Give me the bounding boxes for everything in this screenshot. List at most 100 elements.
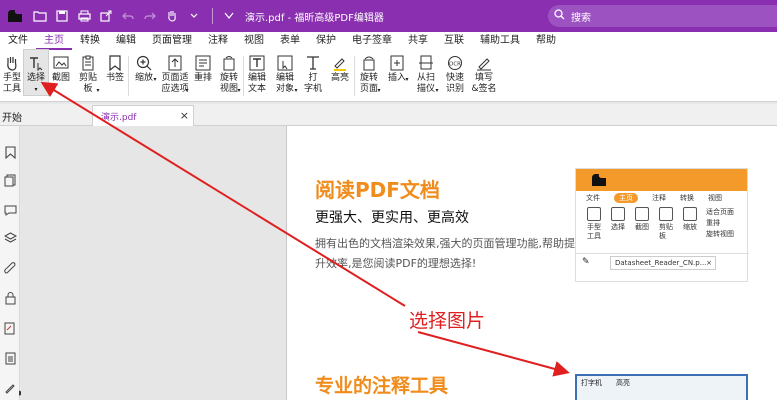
mini-button-label: 截图 — [635, 223, 649, 231]
window-title: 演示.pdf - 福昕高级PDF编辑器 — [245, 12, 384, 24]
reflow-button[interactable]: 重排 — [191, 50, 215, 84]
rotate-page-button[interactable]: 旋转 页面 ▾ — [355, 50, 383, 96]
chevron-down-icon[interactable] — [184, 6, 204, 26]
mini-button: 选择 — [606, 207, 630, 241]
mini-ribbon: 手型 工具 选择 截图 剪贴 板 缩放 适合页面 重排 旋转视图 — [576, 207, 747, 241]
mini-edit-icon: ✎ — [582, 257, 590, 267]
signature-panel-icon[interactable] — [2, 320, 18, 336]
insert-button[interactable]: 插入 ▾ — [383, 50, 411, 85]
select-text-button[interactable]: 选择 ▾ — [23, 49, 49, 96]
intro-paragraph: 拥有出色的文档渲染效果,强大的页面管理功能,帮助提升效率,是您阅读PDF的理想选… — [315, 237, 575, 270]
mini-right-item: 重排 — [706, 219, 720, 227]
dropdown-caret-icon[interactable]: ▾ — [96, 85, 99, 96]
menu-tab-5[interactable]: 注释 — [200, 32, 236, 50]
dropdown-caret-icon[interactable]: ▾ — [294, 85, 297, 96]
open-folder-icon[interactable] — [30, 6, 50, 26]
mini-tab-line: ✎ Datasheet_Reader_CN.p... × — [576, 253, 749, 271]
menu-tab-3[interactable]: 编辑 — [108, 32, 144, 50]
menu-tab-0[interactable]: 文件 — [0, 32, 36, 50]
mini-right-options: 适合页面 重排 旋转视图 — [706, 207, 734, 241]
close-tab-icon[interactable]: × — [180, 109, 189, 122]
bookmark-panel-icon[interactable] — [2, 144, 18, 160]
embedded-screenshot-image: 文件 主页 注释 转换 视图 手型 工具 选择 截图 剪贴 板 缩放 适合页面 重排 旋转视图 ✎ … — [575, 168, 749, 282]
mini-button-icon — [611, 207, 625, 221]
document-tab-name: 演示.pdf — [101, 112, 137, 123]
foxit-logo-icon[interactable] — [4, 5, 26, 27]
mini-tab: 转换 — [680, 194, 694, 202]
comments-panel-icon[interactable] — [2, 202, 18, 218]
dropdown-caret-icon[interactable]: ▾ — [435, 85, 438, 96]
edit-object-button[interactable]: 编辑 对象 ▾ — [270, 50, 300, 96]
document-tab[interactable]: 演示.pdf × — [92, 105, 194, 126]
bookmark-button[interactable]: 书签 — [102, 50, 128, 84]
toolbar-separator — [212, 8, 213, 24]
ribbon-button-label: 截图 — [51, 73, 70, 83]
dropdown-caret-icon[interactable]: ▾ — [237, 85, 240, 96]
dropdown-caret-icon[interactable]: ▾ — [405, 74, 408, 85]
ribbon-button-label: 高亮 — [330, 73, 349, 83]
menu-tab-1[interactable]: 主页 — [36, 32, 72, 50]
title-bar: 演示.pdf - 福昕高级PDF编辑器 搜索 — [0, 0, 777, 32]
ocr-button[interactable]: OCR 快速 识别 — [441, 50, 469, 95]
menu-tab-8[interactable]: 保护 — [308, 32, 344, 50]
rotate-view-button[interactable]: 旋转 视图 ▾ — [215, 50, 243, 96]
select-text-icon — [27, 54, 45, 72]
layers-panel-icon[interactable] — [2, 230, 18, 246]
ribbon-button-label: 选择 — [26, 73, 45, 83]
typewriter-button[interactable]: 打 字机 — [300, 50, 326, 95]
save-icon[interactable] — [52, 6, 72, 26]
menu-tab-4[interactable]: 页面管理 — [144, 32, 200, 50]
edit-tools-icon[interactable] — [2, 380, 18, 396]
hand-button[interactable]: 手型 工具 — [0, 50, 24, 95]
menu-tab-7[interactable]: 表单 — [272, 32, 308, 50]
clipboard-button[interactable]: 剪贴 板 ▾ — [74, 50, 102, 96]
print-icon[interactable] — [74, 6, 94, 26]
mini-tab: 文件 — [586, 194, 600, 202]
menu-tab-2[interactable]: 转换 — [72, 32, 108, 50]
ribbon-button-label: 书签 — [105, 73, 124, 83]
screenshot-button[interactable]: 截图 — [48, 50, 74, 84]
page-thumbnails-icon[interactable] — [2, 172, 18, 188]
undo-icon[interactable] — [118, 6, 138, 26]
customize-dropdown-icon[interactable] — [219, 6, 239, 26]
highlight-button[interactable]: 高亮 — [326, 50, 354, 84]
hand-tool-icon[interactable] — [162, 6, 182, 26]
menu-tab-9[interactable]: 电子签章 — [344, 32, 400, 50]
dropdown-caret-icon[interactable]: ▾ — [185, 85, 188, 96]
search-box[interactable]: 搜索 — [548, 5, 777, 27]
redo-icon[interactable] — [140, 6, 160, 26]
menu-tab-12[interactable]: 辅助工具 — [472, 32, 528, 50]
menu-tab-10[interactable]: 共享 — [400, 32, 436, 50]
app-window: 演示.pdf - 福昕高级PDF编辑器 搜索 文件 主页 转换 编辑 页面管理 注释 视图表… — [0, 0, 777, 400]
scanner-icon — [417, 54, 435, 72]
ribbon-button-label: 快速 识别 — [445, 73, 464, 94]
mini-tab: 注释 — [652, 194, 666, 202]
security-panel-icon[interactable] — [2, 290, 18, 306]
tab-start[interactable]: 开始 — [2, 109, 22, 124]
side-panel — [21, 126, 286, 400]
dropdown-caret-icon[interactable]: ▾ — [377, 85, 380, 96]
fit-page-button[interactable]: 页面适 应选项 ▾ — [159, 50, 191, 96]
mini-button: 手型 工具 — [582, 207, 606, 241]
mini-right-item: 旋转视图 — [706, 230, 734, 238]
edit-text-button[interactable]: 编辑 文本 — [244, 50, 270, 95]
zoom-icon — [135, 54, 153, 72]
menu-tab-13[interactable]: 帮助 — [528, 32, 564, 50]
dropdown-caret-icon[interactable]: ▾ — [153, 74, 156, 85]
ocr-icon: OCR — [446, 54, 464, 72]
zoom-button[interactable]: 缩放 ▾ — [129, 50, 159, 85]
heading-annotation-tools: 专业的注释工具 — [315, 375, 449, 397]
share-icon[interactable] — [96, 6, 116, 26]
scanner-button[interactable]: 从扫 描仪 ▾ — [411, 50, 441, 96]
highlight-icon — [331, 54, 349, 72]
menu-tab-6[interactable]: 视图 — [236, 32, 272, 50]
mini-button-label: 缩放 — [683, 223, 697, 231]
sign-button[interactable]: 填写 &签名 — [469, 50, 499, 95]
menu-tab-11[interactable]: 互联 — [436, 32, 472, 50]
annotation-label: 选择图片 — [409, 310, 486, 332]
ribbon-button-label: 从扫 描仪 — [416, 73, 435, 94]
attachments-panel-icon[interactable] — [2, 260, 18, 276]
ribbon-button-label: 填写 &签名 — [471, 73, 497, 94]
document-properties-icon[interactable] — [2, 350, 18, 366]
dropdown-caret-icon[interactable]: ▾ — [34, 84, 37, 95]
